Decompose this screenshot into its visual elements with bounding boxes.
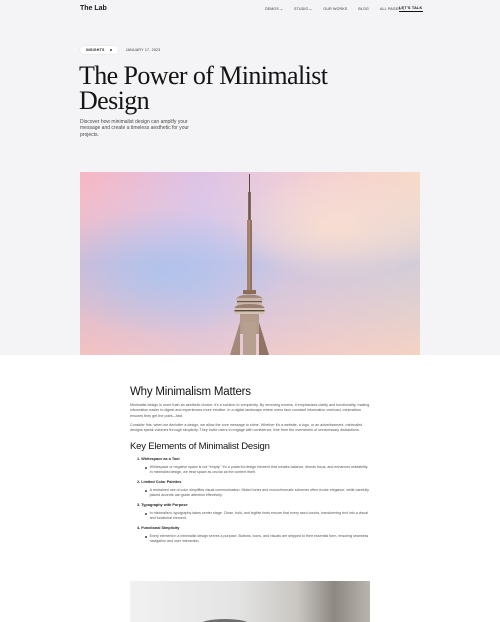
list-item: 1. Whitespace as a Tool Whitespace or ne… — [130, 457, 370, 475]
lets-talk-link[interactable]: LET'S TALK — [399, 6, 423, 12]
nav-item-demos[interactable]: DEMOS — [265, 7, 283, 11]
section-heading: Why Minimalism Matters — [130, 386, 251, 398]
article-image — [130, 581, 370, 622]
list-item-title: 3. Typography with Purpose — [137, 503, 188, 508]
chevron-down-icon — [280, 8, 283, 10]
paragraph: Minimalist design is more than an aesthe… — [130, 403, 370, 418]
site-logo[interactable]: The Lab — [80, 5, 107, 12]
section-heading: Key Elements of Minimalist Design — [130, 441, 270, 453]
list-item-text: In minimalism, typography takes center s… — [149, 511, 368, 521]
list-item-title: 2. Limited Color Palettes — [137, 480, 182, 485]
article-body: Why Minimalism Matters Minimalist design… — [130, 385, 370, 549]
main-menu: DEMOS STUDIO OUR WORKS BLOG ALL PAGES — [265, 7, 405, 11]
post-date: JANUARY 17, 2023 — [125, 48, 161, 52]
list-item: 3. Typography with Purpose In minimalism… — [130, 503, 370, 521]
nav-item-label: STUDIO — [293, 7, 309, 11]
nav-item-studio[interactable]: STUDIO — [294, 7, 312, 11]
list-item-title: 4. Functional Simplicity — [137, 526, 180, 531]
nav-item-our-works[interactable]: OUR WORKS — [323, 7, 347, 11]
chevron-down-icon — [309, 8, 312, 10]
bullet-icon — [145, 536, 147, 538]
dot-icon — [109, 49, 112, 51]
category-badge[interactable]: INSIGHTS — [80, 46, 118, 54]
list-item-body: Whitespace or negative space is not "emp… — [130, 465, 370, 475]
bullet-icon — [145, 467, 147, 469]
elements-list: 1. Whitespace as a Tool Whitespace or ne… — [130, 457, 370, 544]
tower-photo — [80, 172, 420, 355]
list-item-text: A restrained use of color simplifies vis… — [149, 488, 369, 498]
nav-item-label: OUR WORKS — [323, 7, 348, 11]
nav-item-blog[interactable]: BLOG — [358, 7, 369, 11]
bullet-icon — [145, 513, 147, 515]
nav-item-label: ALL PAGES — [379, 7, 401, 11]
list-item-body: Every element in a minimalist design ser… — [130, 534, 370, 544]
list-item: 4. Functional Simplicity Every element i… — [130, 526, 370, 544]
list-item-body: A restrained use of color simplifies vis… — [130, 488, 370, 498]
list-item-title: 1. Whitespace as a Tool — [137, 457, 180, 462]
post-subtitle: Discover how minimalist design can ampli… — [80, 119, 189, 138]
page-title: The Power of Minimalist Design — [79, 63, 329, 115]
list-item-text: Every element in a minimalist design ser… — [149, 534, 369, 544]
list-item: 2. Limited Color Palettes A restrained u… — [130, 480, 370, 498]
paragraph: Consider this: when we declutter a desig… — [130, 422, 362, 433]
top-nav: The Lab DEMOS STUDIO OUR WORKS BLOG ALL … — [0, 0, 500, 18]
bullet-icon — [145, 490, 147, 492]
article-photo — [130, 581, 370, 622]
list-item-text: Whitespace or negative space is not "emp… — [149, 465, 369, 475]
hero-image — [80, 172, 420, 355]
nav-item-label: DEMOS — [265, 7, 279, 11]
list-item-body: In minimalism, typography takes center s… — [130, 511, 370, 521]
title-line-2: Design — [79, 86, 150, 115]
nav-item-label: BLOG — [358, 7, 369, 11]
post-meta: INSIGHTS JANUARY 17, 2023 — [80, 46, 160, 54]
category-label: INSIGHTS — [86, 48, 105, 52]
